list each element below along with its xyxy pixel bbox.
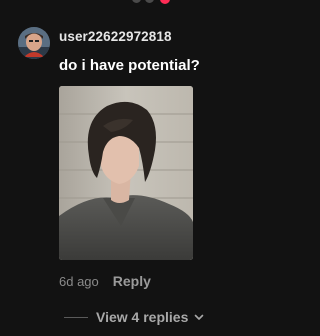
replies-divider [64, 316, 88, 318]
view-replies-button[interactable]: View 4 replies [64, 308, 204, 326]
action-icon [132, 0, 141, 3]
comment-meta-row: 6d ago Reply [59, 272, 151, 290]
chevron-down-icon [194, 312, 204, 322]
comment-photo[interactable] [59, 86, 193, 260]
user-avatar-icon [18, 27, 50, 59]
comment-username[interactable]: user22622972818 [59, 29, 172, 44]
avatar[interactable] [18, 27, 50, 59]
view-replies-label: View 4 replies [96, 309, 189, 325]
comment-text: do i have potential? [59, 57, 200, 74]
action-icon [145, 0, 154, 3]
comment-timestamp: 6d ago [59, 273, 99, 289]
top-action-fragment [132, 0, 172, 6]
notification-badge [160, 0, 170, 4]
reply-button[interactable]: Reply [113, 273, 151, 289]
